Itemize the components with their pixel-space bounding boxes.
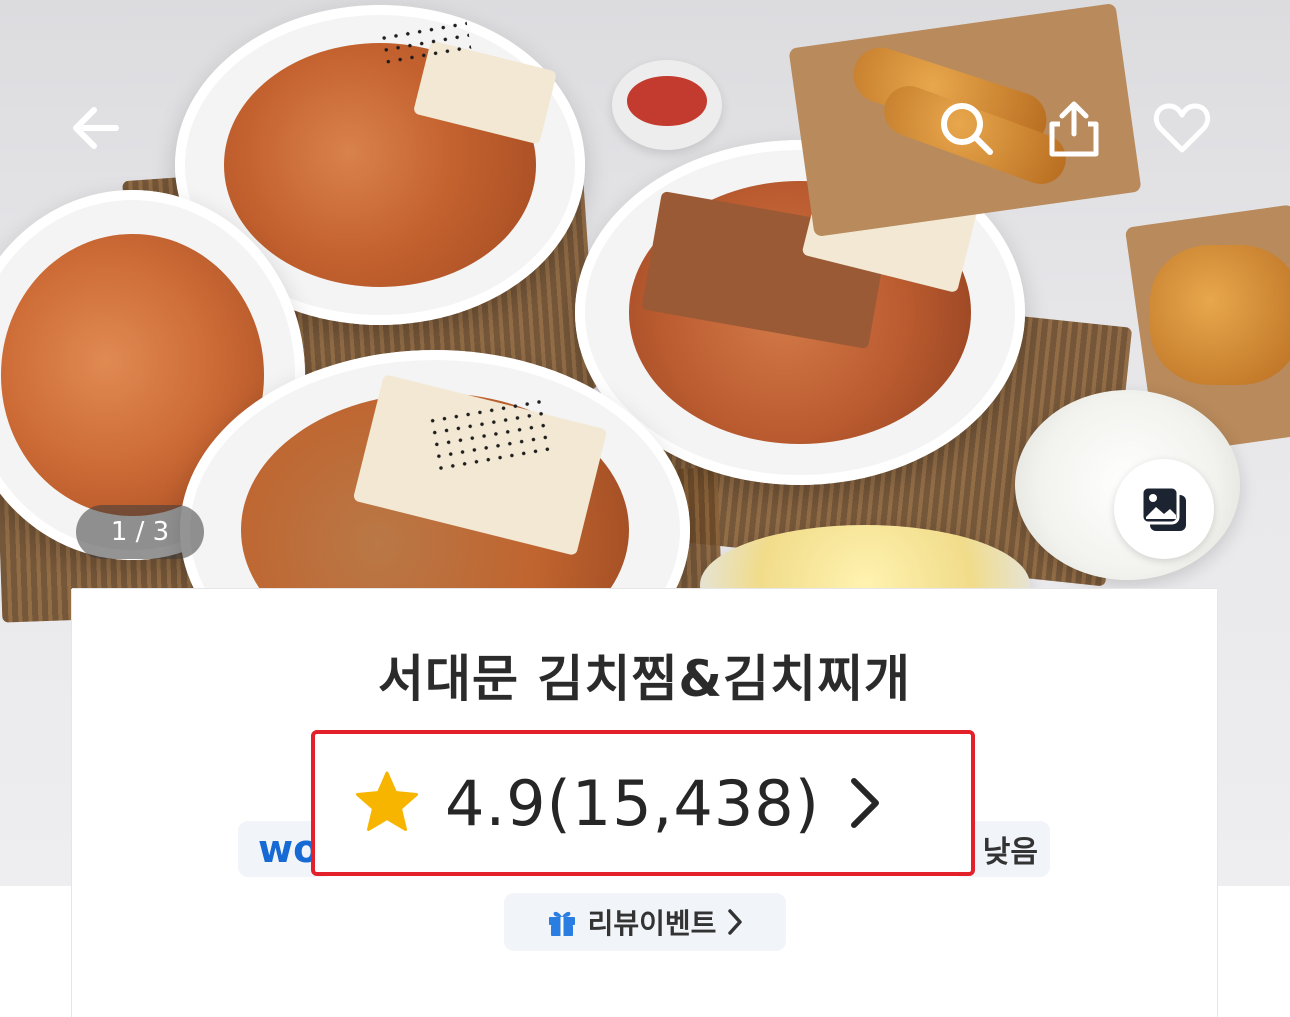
chevron-right-icon	[850, 778, 879, 828]
star-icon	[356, 771, 418, 831]
store-info-card: 서대문 김치찜&김치찌개 wo 낮음 4.9(15,438) 리뷰이벤트	[72, 589, 1217, 1017]
gift-icon	[548, 911, 575, 936]
fried-chicken	[1150, 245, 1290, 385]
heart-icon	[1153, 103, 1211, 153]
rating-score-and-count: 4.9(15,438)	[445, 766, 820, 840]
image-page-indicator: 1 / 3	[76, 505, 204, 559]
back-button[interactable]	[60, 92, 132, 164]
favorite-button[interactable]	[1146, 92, 1218, 164]
photo-gallery-button[interactable]	[1114, 459, 1214, 559]
review-event-label: 리뷰이벤트	[587, 907, 717, 940]
share-icon	[1049, 101, 1099, 157]
rating-link[interactable]: 4.9(15,438)	[311, 730, 975, 876]
store-name: 서대문 김치찜&김치찌개	[377, 650, 911, 708]
share-button[interactable]	[1038, 92, 1110, 164]
review-event-button[interactable]: 리뷰이벤트	[504, 893, 786, 951]
photo-gallery-icon	[1140, 485, 1186, 531]
arrow-left-icon	[73, 107, 119, 149]
search-icon	[941, 103, 993, 155]
search-button[interactable]	[930, 92, 1002, 164]
sauce-cup	[612, 60, 722, 150]
chevron-right-icon	[728, 909, 743, 935]
